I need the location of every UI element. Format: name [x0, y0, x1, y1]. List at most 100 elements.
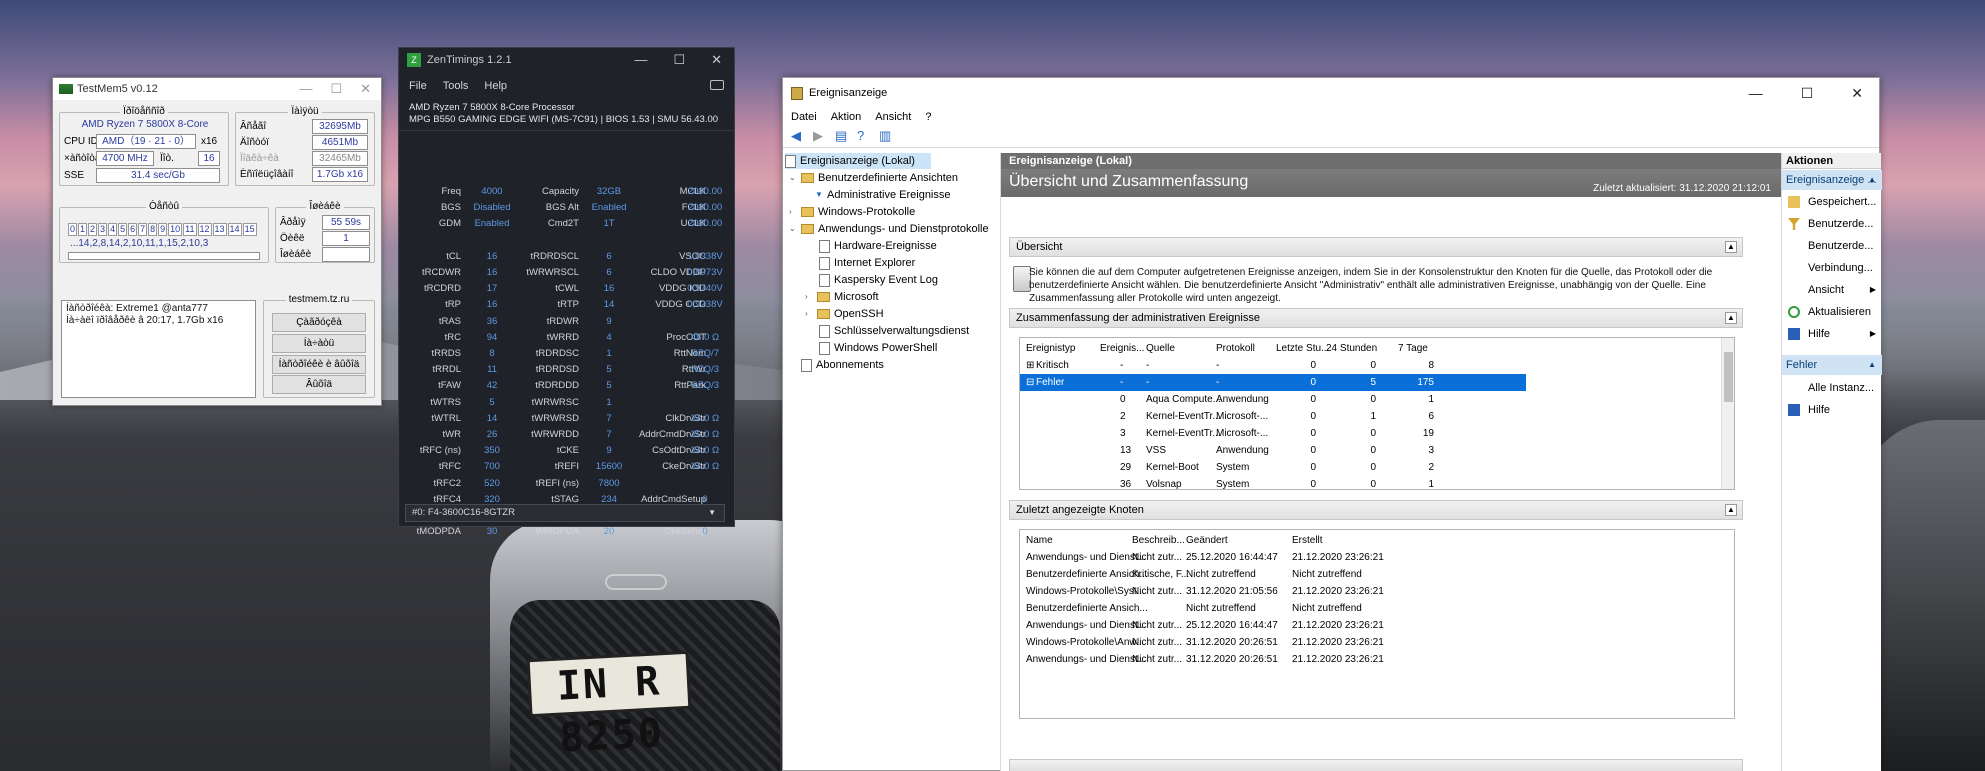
table-row[interactable]: 3 Kernel-EventTr... Microsoft-... 0 0 19 [1020, 425, 1734, 442]
maximize-button[interactable]: ☐ [673, 52, 685, 68]
section-log-summary[interactable] [1009, 759, 1743, 771]
tree-item-app-logs[interactable]: ⌄ Anwendungs- und Dienstprotokolle [789, 221, 989, 237]
col-header[interactable]: Name [1026, 532, 1053, 549]
col-header[interactable]: 7 Tage [1398, 340, 1428, 357]
actions-error-group[interactable]: Fehler ▲ [1782, 355, 1882, 375]
table-row[interactable]: Benutzerdefinierte Ansich... Kritische, F… [1020, 566, 1734, 583]
minimize-button[interactable]: — [634, 52, 647, 68]
tree-item-kaspersky[interactable]: Kaspersky Event Log [819, 272, 938, 288]
menu-help[interactable]: ? [925, 111, 931, 123]
action-connect[interactable]: Verbindung... [1782, 257, 1882, 279]
screenshot-icon[interactable] [710, 80, 724, 90]
section-overview[interactable]: Übersicht ▲ [1009, 237, 1743, 257]
table-row[interactable]: ⊟ Fehler - - - 0 5 175 [1020, 374, 1526, 391]
section-recent-nodes[interactable]: Zuletzt angezeigte Knoten ▲ [1009, 500, 1743, 520]
menu-datei[interactable]: Datei [791, 111, 817, 123]
menu-aktion[interactable]: Aktion [831, 111, 862, 123]
chevron-right-icon: › [805, 292, 808, 301]
close-button[interactable]: ✕ [711, 52, 722, 68]
timing-value: 0,8973V [687, 267, 723, 278]
minimize-button[interactable]: — [299, 81, 312, 97]
tree-item-root[interactable]: Ereignisanzeige (Lokal) [785, 153, 931, 169]
collapse-icon[interactable]: ▲ [1725, 504, 1737, 516]
action-view[interactable]: Ansicht ▶ [1782, 279, 1882, 301]
tree-item-custom-views[interactable]: ⌄ Benutzerdefinierte Ansichten [789, 170, 958, 186]
table-row[interactable]: Anwendungs- und Dienst... Nicht zutr... 25… [1020, 549, 1734, 566]
col-header[interactable]: Letzte Stu... [1276, 340, 1329, 357]
forward-icon[interactable]: ▶ [813, 129, 829, 143]
tree-item-powershell[interactable]: Windows PowerShell [819, 340, 937, 356]
action-all-instances[interactable]: Alle Instanz... [1782, 377, 1882, 399]
table-row[interactable]: Benutzerdefinierte Ansich... Nicht zutref… [1020, 600, 1734, 617]
eventviewer-titlebar[interactable]: Ereignisanzeige — ☐ ✕ [783, 78, 1879, 108]
help-icon[interactable]: ? [857, 129, 873, 143]
zentimings-titlebar[interactable]: Z ZenTimings 1.2.1 — ☐ ✕ [399, 48, 734, 72]
maximize-button[interactable]: ☐ [330, 81, 342, 97]
table-row[interactable]: ⊞ Kritisch - - - 0 0 8 [1020, 357, 1734, 374]
collapse-icon[interactable]: ▲ [1725, 241, 1737, 253]
tree-item-ie[interactable]: Internet Explorer [819, 255, 915, 271]
settings-exit-button[interactable]: Íàñòðîéêè è âûõîä [272, 355, 366, 374]
col-header[interactable]: Geändert [1186, 532, 1228, 549]
tree-item-windows-logs[interactable]: › Windows-Protokolle [789, 204, 915, 220]
table-row[interactable]: 36 Volsnap System 0 0 1 [1020, 476, 1734, 490]
action-refresh[interactable]: Aktualisieren [1782, 301, 1882, 323]
minimize-button[interactable]: — [1749, 85, 1763, 102]
action-import-custom-view[interactable]: Benutzerde... [1782, 235, 1882, 257]
start-button[interactable]: Íà÷àòü [272, 334, 366, 353]
load-button[interactable]: Çàãðóçêà [272, 313, 366, 332]
exit-button[interactable]: Âûõîä [272, 375, 366, 394]
maximize-button[interactable]: ☐ [1801, 85, 1814, 102]
action-pane-icon[interactable]: ▥ [879, 129, 895, 143]
col-header[interactable]: Erstellt [1292, 532, 1323, 549]
expand-icon[interactable]: ⊞ [1026, 357, 1034, 374]
table-row[interactable]: 29 Kernel-Boot System 0 0 2 [1020, 459, 1734, 476]
actions-selected-group[interactable]: Ereignisanzeige ... ▲ [1782, 170, 1882, 190]
tree-item-openssh[interactable]: › OpenSSH [805, 306, 884, 322]
menu-tools[interactable]: Tools [443, 80, 469, 98]
collapse-icon[interactable]: ▲ [1725, 312, 1737, 324]
tree-item-admin-events[interactable]: ▼ Administrative Ereignisse [815, 187, 951, 203]
log-textbox[interactable]: Íàñòðîéêà: Extreme1 @anta777 Íà÷àëî ïðîâ… [61, 300, 256, 398]
col-header[interactable]: Quelle [1146, 340, 1175, 357]
scrollbar-thumb[interactable] [1724, 352, 1733, 402]
col-header[interactable]: Ereignis... [1100, 340, 1144, 357]
table-row[interactable]: Windows-Protokolle\Anw... Nicht zutr... 31… [1020, 634, 1734, 651]
collapse-icon[interactable]: ▲ [1868, 355, 1876, 375]
action-open-saved[interactable]: Gespeichert... [1782, 191, 1882, 213]
table-row[interactable]: Windows-Protokolle\Syst... Nicht zutr... 3… [1020, 583, 1734, 600]
testmem-titlebar[interactable]: TestMem5 v0.12 — ☐ ✕ [53, 78, 381, 100]
table-row[interactable]: 2 Kernel-EventTr... Microsoft-... 0 1 6 [1020, 408, 1734, 425]
vertical-scrollbar[interactable] [1721, 338, 1734, 489]
menu-file[interactable]: File [409, 80, 427, 98]
table-row[interactable]: Anwendungs- und Dienst... Nicht zutr... 31… [1020, 651, 1734, 668]
table-cell: 36 [1120, 479, 1132, 490]
section-admin-summary[interactable]: Zusammenfassung der administrativen Erei… [1009, 308, 1743, 328]
action-help[interactable]: Hilfe ▶ [1782, 323, 1882, 345]
table-row[interactable]: 13 VSS Anwendung 0 0 3 [1020, 442, 1734, 459]
collapse-icon[interactable]: ⊟ [1026, 374, 1034, 391]
col-header[interactable]: Protokoll [1216, 340, 1255, 357]
action-create-custom-view[interactable]: Benutzerde... [1782, 213, 1882, 235]
table-cell: 2 [1428, 462, 1434, 473]
collapse-icon[interactable]: ▲ [1868, 170, 1876, 190]
console-tree-icon[interactable]: ▤ [835, 129, 851, 143]
menu-help[interactable]: Help [484, 80, 507, 98]
close-button[interactable]: ✕ [1851, 85, 1863, 102]
close-button[interactable]: ✕ [360, 81, 371, 97]
tree-item-subscriptions[interactable]: Abonnements [801, 357, 884, 373]
test-cell: 8 [148, 223, 158, 236]
back-icon[interactable]: ◀ [791, 129, 807, 143]
col-header[interactable]: Ereignistyp [1026, 340, 1075, 357]
menu-ansicht[interactable]: Ansicht [875, 111, 911, 123]
table-row[interactable]: 0 Aqua Compute... Anwendung 0 0 1 [1020, 391, 1734, 408]
col-header[interactable]: 24 Stunden [1326, 340, 1377, 357]
table-row[interactable]: Anwendungs- und Dienst... Nicht zutr... 25… [1020, 617, 1734, 634]
tree-item-microsoft[interactable]: › Microsoft [805, 289, 879, 305]
tree-item-keymgmt[interactable]: Schlüsselverwaltungsdienst [819, 323, 969, 339]
dimm-selector[interactable]: #0: F4-3600C16-8GTZR ▼ [405, 504, 725, 522]
col-header[interactable]: Beschreib... [1132, 532, 1185, 549]
site-link[interactable]: testmem.tz.ru [285, 294, 353, 305]
action-help-2[interactable]: Hilfe [1782, 399, 1882, 421]
tree-item-hardware[interactable]: Hardware-Ereignisse [819, 238, 937, 254]
